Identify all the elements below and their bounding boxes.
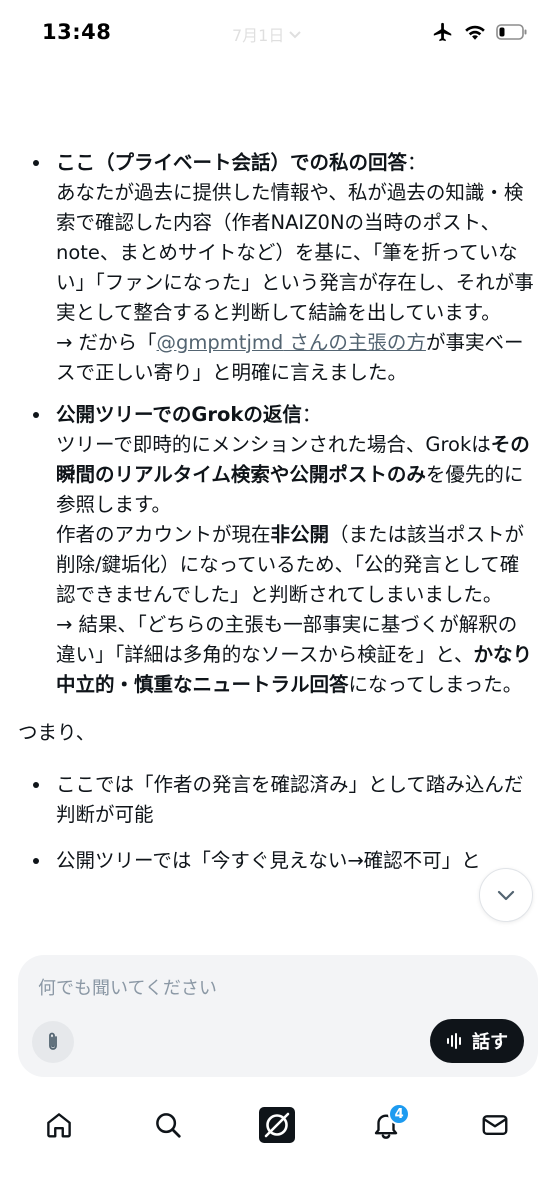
bullet-1-colon: ： [407,151,427,174]
nav-search[interactable] [138,1095,198,1155]
summary-list: ここでは「作者の発言を確認済み」として踏み込んだ判断が可能 公開ツリーでは「今す… [0,770,554,876]
messages-icon [482,1115,508,1135]
grok-icon [258,1107,295,1143]
wifi-icon [465,25,485,40]
faded-header-title-text: 7月1日 [232,26,285,45]
battery-icon [496,24,527,40]
scroll-down-button[interactable] [479,868,533,922]
grok-answer-content: ここ（プライベート会話）での私の回答： あなたが過去に提供した情報や、私が過去の知… [0,148,554,948]
bullet-2-p2-bold: 非公開 [270,523,330,546]
nav-messages[interactable] [465,1095,525,1155]
mention-handle: @gmpmtjmd [156,331,284,354]
bullet-1-heading: ここ（プライベート会話）での私の回答 [56,151,408,174]
bullet-2-p2-a: 作者のアカウントが現在 [56,523,271,546]
status-icons [432,21,528,43]
composer: 話す [18,955,538,1077]
mention-link[interactable]: @gmpmtjmd さんの主張の方 [157,331,426,354]
bullet-2-heading: 公開ツリーでのGrokの返信 [56,403,302,426]
paperclip-icon [49,1032,57,1050]
status-time: 13:48 [42,20,112,44]
status-bar: 13:48 7月1日 [0,0,554,62]
search-icon [155,1113,181,1138]
nav-notifications[interactable]: 4 [356,1095,416,1155]
summary-label: つまり、 [18,721,96,744]
voice-waveform-icon [447,1033,461,1049]
faded-header-title: 7月1日 [232,22,302,46]
bottom-nav: 4 [0,1090,554,1160]
list-item: ここでは「作者の発言を確認済み」として踏み込んだ判断が可能 [0,770,554,830]
bullet-1-text: ここ（プライベート会話）での私の回答： あなたが過去に提供した情報や、私が過去の知… [56,148,536,388]
bullet-2-text: 公開ツリーでのGrokの返信： ツリーで即時的にメンションされた場合、Grokはそ… [56,400,536,700]
bullet-2-colon: ： [301,403,322,426]
bullet-1-body: あなたが過去に提供した情報や、私が過去の知識・検索で確認した内容（作者NAIZ0… [56,181,534,324]
answer-list: ここ（プライベート会話）での私の回答： あなたが過去に提供した情報や、私が過去の知… [0,148,554,700]
summary-item-1: ここでは「作者の発言を確認済み」として踏み込んだ判断が可能 [56,773,524,826]
nav-home[interactable] [29,1095,89,1155]
chevron-down-icon [497,890,515,901]
list-item: ここ（プライベート会話）での私の回答： あなたが過去に提供した情報や、私が過去の知… [0,148,554,388]
bullet-2-p3-b: になってしまった。 [348,673,523,696]
summary-item-2: 公開ツリーでは「今すぐ見えない→確認不可」と [56,849,481,872]
chevron-down-icon [289,31,302,39]
home-icon [46,1113,71,1138]
talk-button[interactable]: 話す [430,1019,524,1063]
bullet-2-p3-a: → 結果、「どちらの主張も一部事実に基づくが解釈の違い」「詳細は多角的なソースか… [56,613,518,666]
mention-suffix: さんの主張の方 [283,331,426,354]
list-item: 公開ツリーでのGrokの返信： ツリーで即時的にメンションされた場合、Grokはそ… [0,400,554,700]
attach-button[interactable] [32,1021,74,1063]
airplane-icon [433,22,452,42]
notification-badge: 4 [388,1103,411,1125]
bullet-2-p1-a: ツリーで即時的にメンションされた場合、Grokは [56,433,491,456]
talk-button-label: 話す [472,1032,508,1053]
nav-grok[interactable] [247,1095,307,1155]
bullet-1-arrow-prefix: → だから「 [56,331,157,354]
list-item: 公開ツリーでは「今すぐ見えない→確認不可」と [0,846,554,876]
ask-input[interactable] [38,973,518,1003]
